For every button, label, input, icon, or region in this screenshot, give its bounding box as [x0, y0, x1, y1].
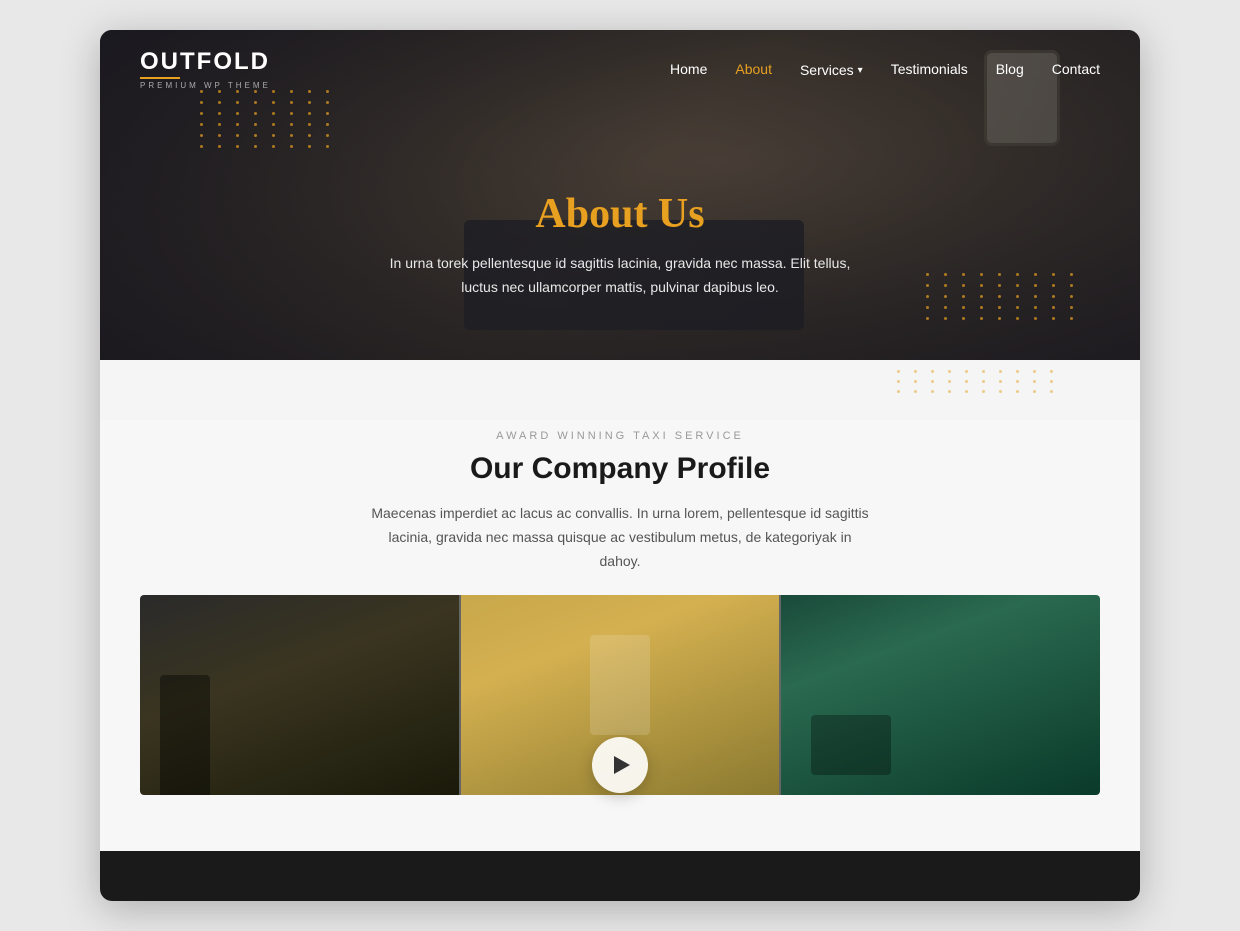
hero-content: About Us In urna torek pellentesque id s… — [100, 190, 1140, 300]
play-button[interactable] — [592, 737, 648, 793]
nav-item-home[interactable]: Home — [670, 61, 707, 79]
hero-section: OUTFOLD PREMIUM WP THEME Home About Serv… — [100, 30, 1140, 360]
nav-item-blog[interactable]: Blog — [996, 61, 1024, 79]
nav-item-about[interactable]: About — [735, 61, 772, 79]
hero-description: In urna torek pellentesque id sagittis l… — [370, 252, 870, 300]
nav-link-blog[interactable]: Blog — [996, 61, 1024, 77]
play-icon — [614, 756, 630, 774]
nav-item-testimonials[interactable]: Testimonials — [891, 61, 968, 79]
navbar: OUTFOLD PREMIUM WP THEME Home About Serv… — [100, 30, 1140, 110]
bottom-bar — [100, 851, 1140, 901]
dots-extra-grid — [897, 370, 1060, 393]
logo-name: OUTFOLD — [140, 50, 271, 74]
logo-underline — [140, 77, 180, 79]
nav-item-contact[interactable]: Contact — [1052, 61, 1100, 79]
nav-links: Home About Services ▾ Testimonials Blog — [670, 61, 1100, 79]
nav-link-home[interactable]: Home — [670, 61, 707, 77]
section-title: Our Company Profile — [140, 452, 1100, 486]
play-overlay — [140, 765, 1100, 821]
dots-extra-section — [100, 360, 1140, 420]
logo-tagline: PREMIUM WP THEME — [140, 81, 271, 90]
nav-item-services[interactable]: Services ▾ — [800, 62, 863, 78]
logo[interactable]: OUTFOLD PREMIUM WP THEME — [140, 50, 271, 90]
section-description: Maecenas imperdiet ac lacus ac convallis… — [370, 502, 870, 573]
chevron-down-icon: ▾ — [858, 65, 863, 76]
nav-link-testimonials[interactable]: Testimonials — [891, 61, 968, 77]
nav-link-services[interactable]: Services — [800, 62, 854, 78]
nav-link-contact[interactable]: Contact — [1052, 61, 1100, 77]
browser-window: OUTFOLD PREMIUM WP THEME Home About Serv… — [100, 30, 1140, 901]
nav-link-about[interactable]: About — [735, 61, 772, 77]
hero-title: About Us — [200, 190, 1040, 238]
main-content: AWARD WINNING TAXI SERVICE Our Company P… — [100, 420, 1140, 851]
section-tag: AWARD WINNING TAXI SERVICE — [140, 430, 1100, 442]
